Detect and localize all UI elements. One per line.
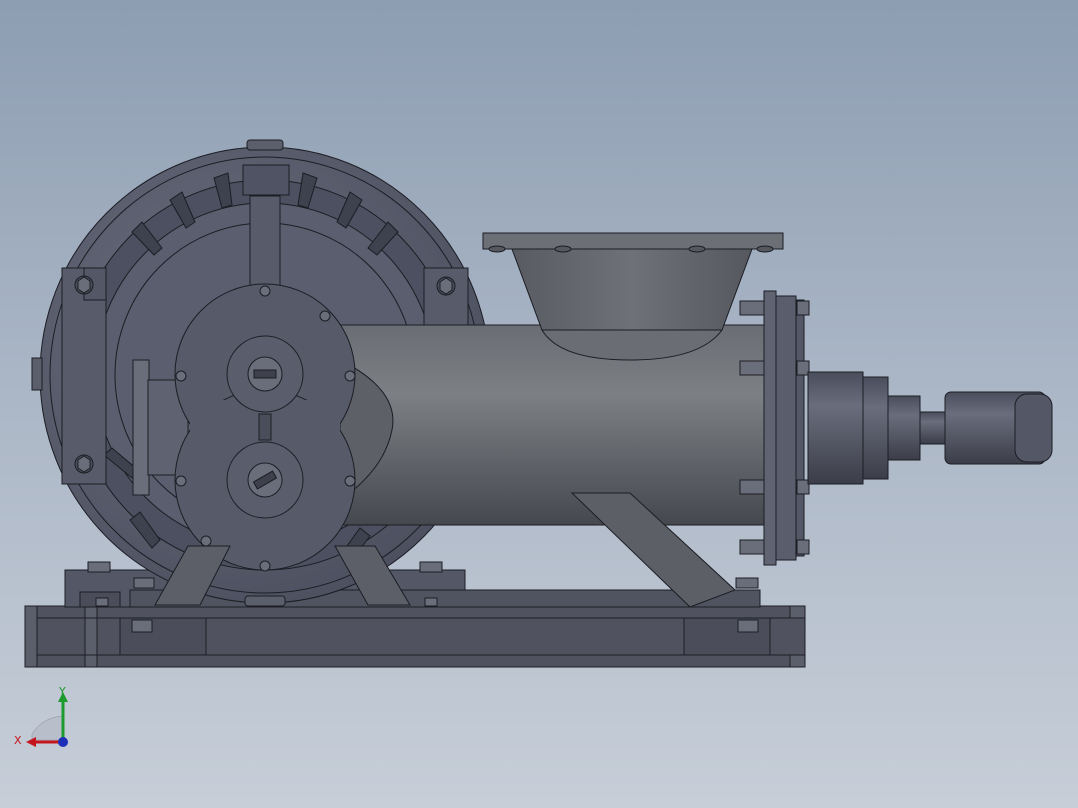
- triad-plane: [31, 715, 63, 741]
- x-axis-arrowhead: [26, 737, 36, 747]
- z-axis-dot: [58, 737, 68, 747]
- drive-reducer[interactable]: [807, 371, 946, 485]
- barrel-tube[interactable]: [339, 324, 766, 526]
- y-axis-label: Y: [58, 685, 66, 698]
- housing-bracket-left[interactable]: [61, 267, 107, 485]
- pump-assembly-model[interactable]: [0, 0, 1078, 808]
- coordinate-triad: Y X: [14, 685, 68, 747]
- graphics-viewport[interactable]: Y X: [0, 0, 1078, 808]
- drive-motor[interactable]: [944, 391, 1053, 465]
- housing-bracket-right[interactable]: [423, 267, 469, 329]
- base-frame[interactable]: [24, 605, 806, 668]
- x-axis-label: X: [14, 734, 22, 747]
